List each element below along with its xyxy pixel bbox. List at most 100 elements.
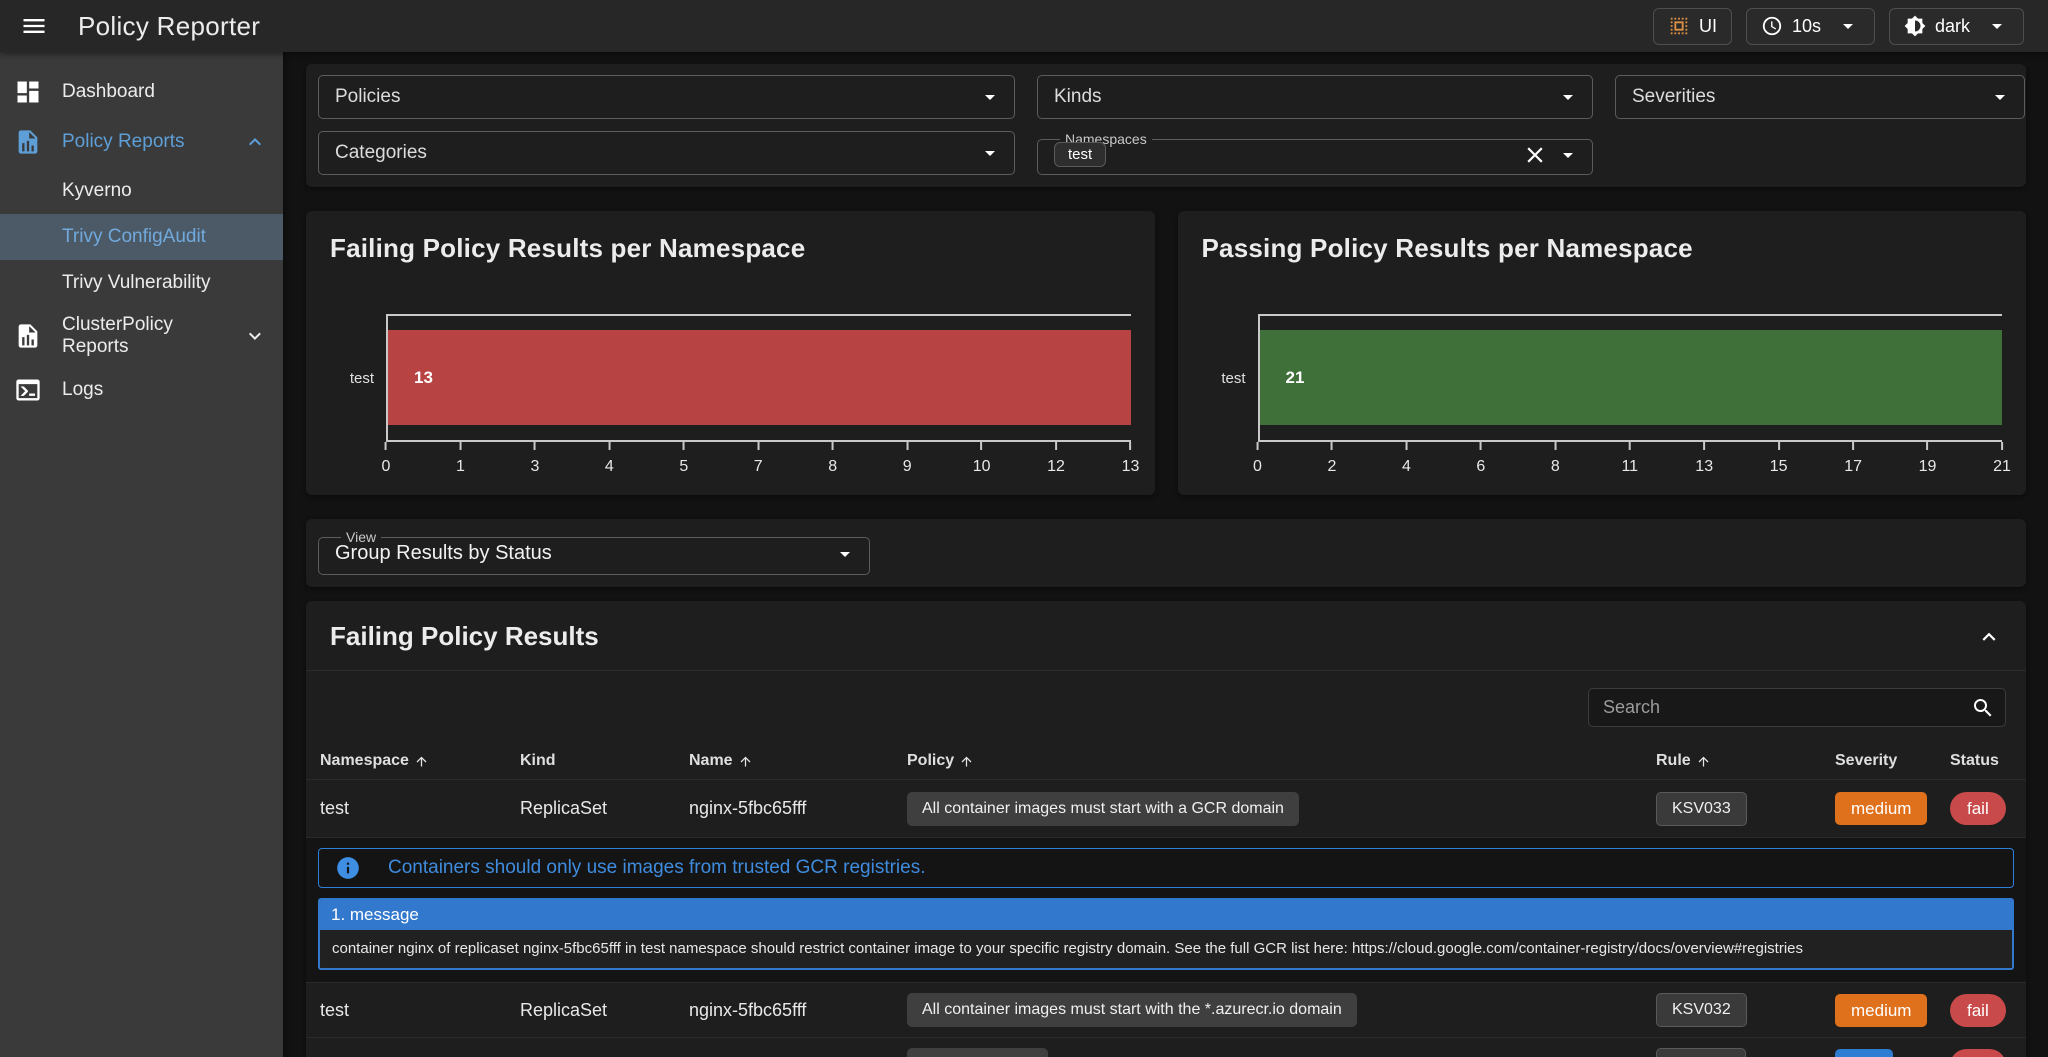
sidebar-item-kyverno[interactable]: Kyverno [0, 168, 283, 214]
x-tick: 0 [382, 442, 391, 476]
x-tick: 8 [1551, 442, 1560, 476]
chevron-down-icon [978, 141, 1002, 165]
x-tick: 4 [1402, 442, 1411, 476]
bar-value-label: 13 [414, 368, 433, 388]
namespace-chip: test [1054, 142, 1106, 167]
file-chart-icon [14, 128, 42, 156]
column-header-name[interactable]: Name [689, 752, 907, 770]
rule-chip: KSV032 [1656, 993, 1747, 1027]
sidebar-item-trivy-vulnerability[interactable]: Trivy Vulnerability [0, 260, 283, 306]
severities-select[interactable]: Severities [1615, 75, 2025, 119]
sidebar-item-label: Kyverno [62, 180, 132, 202]
topbar-actions: UI 10s dark [1653, 8, 2024, 45]
passing-chart-card: Passing Policy Results per Namespace tes… [1178, 211, 2027, 495]
x-tick: 21 [1993, 442, 2011, 476]
file-chart-icon [14, 322, 42, 350]
cell-name: nginx-5fbc65fff [689, 798, 907, 819]
select-frame-icon [1668, 15, 1690, 37]
charts-row: Failing Policy Results per Namespace tes… [306, 211, 2026, 495]
chart-title: Passing Policy Results per Namespace [1202, 233, 2003, 264]
categories-select[interactable]: Categories [318, 131, 1015, 175]
table-row[interactable]: test ReplicaSet nginx-5fbc65fff CPU not … [306, 1037, 2026, 1057]
sidebar-item-policy-reports[interactable]: Policy Reports [0, 118, 283, 166]
chevron-down-icon [978, 85, 1002, 109]
categories-select-label: Categories [335, 142, 427, 164]
chevron-down-icon [243, 324, 267, 348]
sidebar-item-clusterpolicy-reports[interactable]: ClusterPolicy Reports [0, 312, 283, 360]
table-row[interactable]: test ReplicaSet nginx-5fbc65fff All cont… [306, 779, 2026, 837]
sidebar-item-dashboard[interactable]: Dashboard [0, 68, 283, 116]
search-input[interactable] [1603, 697, 1971, 718]
column-header-severity[interactable]: Severity [1835, 752, 1950, 770]
sidebar-item-label: Logs [62, 379, 103, 401]
status-badge: fail [1950, 1049, 2006, 1057]
policy-chip: All container images must start with the… [907, 993, 1357, 1027]
cell-kind: ReplicaSet [520, 798, 689, 819]
x-tick: 4 [605, 442, 614, 476]
policy-chip: All container images must start with a G… [907, 792, 1299, 826]
table-header: Namespace Kind Name Policy Rule [306, 743, 2026, 779]
collapse-panel-icon[interactable] [1976, 624, 2002, 650]
theme-select[interactable]: dark [1889, 8, 2024, 45]
x-tick: 6 [1476, 442, 1485, 476]
sidebar-item-label: Trivy ConfigAudit [62, 226, 206, 248]
ui-version-button[interactable]: UI [1653, 8, 1732, 45]
plot-area: 13 [386, 314, 1131, 442]
view-select[interactable]: View Group Results by Status [318, 529, 870, 575]
column-header-kind[interactable]: Kind [520, 752, 689, 770]
x-tick: 2 [1327, 442, 1336, 476]
passing-bar: 21 [1260, 330, 2003, 425]
refresh-interval-value: 10s [1792, 16, 1821, 37]
column-header-policy[interactable]: Policy [907, 752, 1656, 770]
column-header-rule[interactable]: Rule [1656, 752, 1835, 770]
column-header-namespace[interactable]: Namespace [320, 752, 520, 770]
chevron-down-icon[interactable] [1556, 143, 1580, 167]
table-row[interactable]: test ReplicaSet nginx-5fbc65fff All cont… [306, 982, 2026, 1037]
x-tick: 15 [1770, 442, 1788, 476]
x-axis: 0 2 4 6 8 11 13 15 17 19 21 [1258, 442, 2003, 486]
menu-icon[interactable] [20, 12, 48, 40]
namespaces-select[interactable]: Namespaces test [1037, 131, 1593, 175]
clock-icon [1761, 15, 1783, 37]
sidebar-item-label: Dashboard [62, 81, 155, 103]
failing-bar-chart: test 13 0 1 3 4 5 7 [330, 314, 1131, 486]
view-panel: View Group Results by Status [306, 519, 2026, 587]
view-select-value: Group Results by Status [335, 542, 552, 565]
clear-icon[interactable] [1522, 142, 1548, 168]
sidebar-item-label: Trivy Vulnerability [62, 272, 211, 294]
dashboard-icon [14, 78, 42, 106]
theme-brightness-icon [1904, 15, 1926, 37]
x-tick: 8 [828, 442, 837, 476]
row-detail-expanded: Containers should only use images from t… [306, 837, 2026, 982]
x-tick: 17 [1844, 442, 1862, 476]
policies-select[interactable]: Policies [318, 75, 1015, 119]
sidebar-item-label: Policy Reports [62, 131, 185, 153]
rule-chip: KSV011 [1656, 1048, 1746, 1057]
x-tick: 3 [530, 442, 539, 476]
column-header-status[interactable]: Status [1950, 752, 2016, 770]
y-axis-label: test [330, 314, 386, 442]
failing-results-panel: Failing Policy Results Namespace Kind [306, 601, 2026, 1057]
x-tick: 0 [1253, 442, 1262, 476]
main-content: Policies Kinds Severities Categories Nam… [283, 52, 2048, 1057]
x-tick: 11 [1621, 442, 1638, 476]
kinds-select[interactable]: Kinds [1037, 75, 1593, 119]
x-tick: 9 [903, 442, 912, 476]
results-title: Failing Policy Results [330, 621, 599, 652]
chevron-down-icon [1985, 14, 2009, 38]
chevron-down-icon [1556, 85, 1580, 109]
sort-asc-icon [738, 754, 753, 769]
sort-asc-icon [1696, 754, 1711, 769]
filters-panel: Policies Kinds Severities Categories Nam… [306, 64, 2026, 187]
refresh-interval-select[interactable]: 10s [1746, 8, 1875, 45]
message-label: 1. message [320, 900, 2012, 930]
chevron-up-icon [243, 130, 267, 154]
app-title: Policy Reporter [78, 11, 260, 42]
x-tick: 19 [1919, 442, 1937, 476]
sidebar: Dashboard Policy Reports Kyverno Trivy C… [0, 52, 283, 1057]
sidebar-item-trivy-configaudit[interactable]: Trivy ConfigAudit [0, 214, 283, 260]
sidebar-item-logs[interactable]: Logs [0, 366, 283, 414]
search-icon [1971, 696, 1995, 720]
chevron-down-icon[interactable] [833, 542, 857, 566]
x-tick: 7 [754, 442, 763, 476]
